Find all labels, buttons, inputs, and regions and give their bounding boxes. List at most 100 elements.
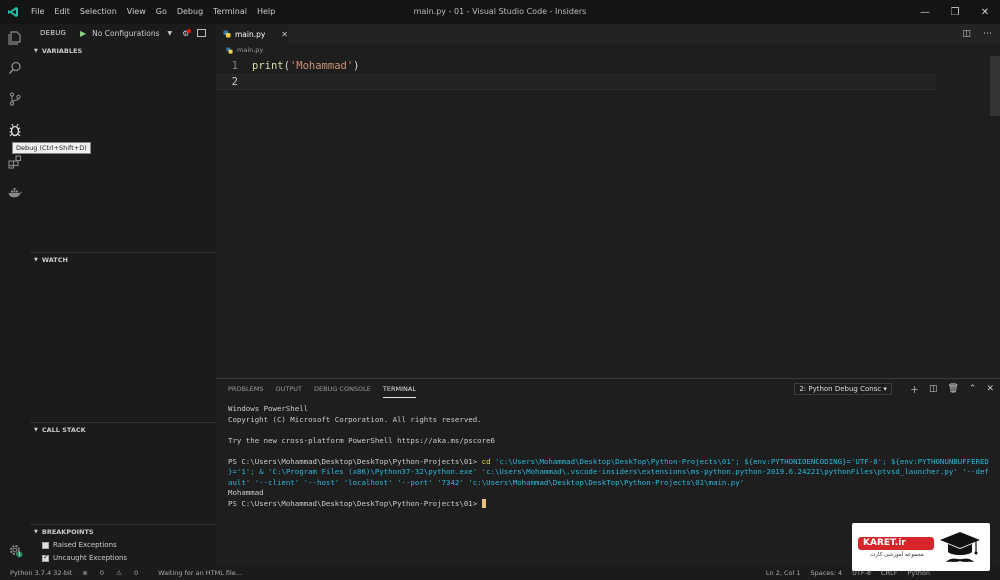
graduation-cap-icon [940,532,980,562]
debug-sidebar: DEBUG ▶ No Configurations ▼ ⚙ ▼ VARIABLE… [30,24,216,566]
sidebar-title: DEBUG [40,29,67,37]
tab-main-py[interactable]: main.py ✕ [216,24,288,44]
breakpoint-uncaught-exceptions[interactable]: Uncaught Exceptions [42,552,127,564]
debug-icon[interactable] [0,116,30,144]
close-panel-icon[interactable]: ✕ [986,384,994,394]
split-terminal-icon[interactable]: ◫ [929,384,938,394]
window-controls: — ❐ ✕ [910,0,1000,24]
menu-edit[interactable]: Edit [49,0,75,24]
terminal-select-value: 2: Python Debug Consc [799,385,882,393]
chevron-down-icon: ▼ [34,529,38,535]
menu-view[interactable]: View [122,0,151,24]
line-number: 1 [231,60,238,72]
minimize-icon[interactable]: — [910,0,940,24]
raised-exceptions-checkbox[interactable] [42,541,49,549]
activity-bar: 1 [0,24,30,566]
title-bar: File Edit Selection View Go Debug Termin… [0,0,1000,24]
chevron-down-icon: ▼ [34,48,38,54]
debug-console-icon[interactable] [197,29,207,37]
tab-output[interactable]: OUTPUT [275,380,302,398]
chevron-down-icon: ▼ [34,427,38,433]
code-editor[interactable]: 1 print('Mohammad') 2 [216,56,1000,378]
chevron-down-icon[interactable]: ▼ [168,30,173,37]
terminal-prompt: PS C:\Users\Mohammad\Desktop\DeskTop\Pyt… [228,456,482,466]
editor-tabs: main.py ✕ ◫ ⋯ [216,24,1000,44]
status-bar: Python 3.7.4 32-bit ⊗ 0 ⚠ 0 Waiting for … [0,566,1000,580]
maximize-panel-icon[interactable]: ⌃ [969,384,977,394]
call-stack-section-header[interactable]: ▼ CALL STACK [30,423,216,437]
trash-icon[interactable]: 🗑 [947,384,958,394]
terminal-prompt: PS C:\Users\Mohammad\Desktop\DeskTop\Pyt… [228,498,482,508]
breadcrumb-file[interactable]: main.py [237,46,263,54]
menu-debug[interactable]: Debug [172,0,208,24]
terminal-args: 'c:\Users\Mohammad\Desktop\DeskTop\Pytho… [490,456,989,466]
close-window-icon[interactable]: ✕ [970,0,1000,24]
token-string: 'Mohammad' [289,60,354,72]
panel-tabs: PROBLEMS OUTPUT DEBUG CONSOLE TERMINAL 2… [216,379,1000,399]
terminal-line: PS C:\Users\Mohammad\Desktop\DeskTop\Pyt… [228,499,996,510]
problems-indicator[interactable]: ⊗ 0 ⚠ 0 [82,569,148,577]
tab-debug-console[interactable]: DEBUG CONSOLE [314,380,371,398]
status-message: Waiting for an HTML file... [158,569,242,577]
menu-bar: File Edit Selection View Go Debug Termin… [26,0,280,24]
terminal-output[interactable]: Windows PowerShell Copyright (C) Microso… [228,404,996,509]
brand-badge: KARET.ir [858,537,934,550]
terminal-line: }='1'; & 'C:\Program Files (x86)\Python3… [228,467,989,476]
call-stack-label: CALL STACK [41,426,86,434]
terminal-line: Try the new cross-platform PowerShell ht… [228,435,495,445]
menu-terminal[interactable]: Terminal [208,0,252,24]
menu-file[interactable]: File [26,0,49,24]
debug-toolbar: DEBUG ▶ No Configurations ▼ ⚙ [30,24,216,42]
panel-actions: 2: Python Debug Consc ▾ ＋ ◫ 🗑 ⌃ ✕ [794,379,994,399]
close-tab-icon[interactable]: ✕ [281,30,288,39]
cursor-position[interactable]: Ln 2, Col 1 [766,569,801,577]
terminal-line: PS C:\Users\Mohammad\Desktop\DeskTop\Pyt… [228,457,996,468]
terminal-line: Copyright (C) Microsoft Corporation. All… [228,414,482,424]
uncaught-exceptions-checkbox[interactable] [42,553,49,562]
python-interpreter[interactable]: Python 3.7.4 32-bit [10,569,72,577]
breakpoint-raised-exceptions[interactable]: Raised Exceptions [42,539,117,551]
terminal-line: ault' '--client' '--host' 'localhost' '-… [228,477,745,487]
source-control-icon[interactable] [0,85,30,113]
brand-subtitle: مجموعه آموزشی کارت [870,552,924,558]
terminal-line: Windows PowerShell [228,404,309,413]
more-actions-icon[interactable]: ⋯ [983,29,992,39]
variables-section-header[interactable]: ▼ VARIABLES [30,44,216,58]
code-line[interactable]: 1 print('Mohammad') [216,58,936,74]
start-debugging-icon[interactable]: ▶ [80,29,86,38]
tab-label: main.py [234,29,266,39]
indentation[interactable]: Spaces: 4 [811,569,843,577]
tab-problems[interactable]: PROBLEMS [228,380,263,398]
editor-actions: ◫ ⋯ [950,24,992,44]
menu-selection[interactable]: Selection [75,0,122,24]
token-paren: ) [353,60,360,72]
editor-scrollbar[interactable] [990,56,1000,116]
variables-label: VARIABLES [41,47,83,55]
watch-label: WATCH [41,256,68,264]
terminal-select[interactable]: 2: Python Debug Consc ▾ [794,383,892,395]
breakpoints-section-header[interactable]: ▼ BREAKPOINTS [30,525,216,539]
docker-icon[interactable] [0,178,30,206]
menu-go[interactable]: Go [151,0,172,24]
error-icon: ⊗ [82,569,88,577]
warning-count: 0 [133,569,139,577]
tab-terminal[interactable]: TERMINAL [382,380,416,398]
configuration-select[interactable]: No Configurations [92,29,159,38]
new-terminal-icon[interactable]: ＋ [910,383,919,396]
error-count: 0 [99,569,104,577]
watch-section-header[interactable]: ▼ WATCH [30,253,216,267]
split-editor-icon[interactable]: ◫ [962,29,971,39]
vscode-logo-icon [0,0,26,24]
svg-text:1: 1 [18,552,21,558]
terminal-cursor [481,499,486,508]
manage-gear-icon[interactable]: 1 [0,536,30,564]
watermark-logo: KARET.ir مجموعه آموزشی کارت [852,523,990,571]
code-line-current[interactable]: 2 [216,74,936,90]
vscode-window: File Edit Selection View Go Debug Termin… [0,0,1000,580]
search-icon[interactable] [0,54,30,82]
warning-icon: ⚠ [116,569,122,577]
restore-icon[interactable]: ❐ [940,0,970,24]
menu-help[interactable]: Help [252,0,280,24]
explorer-icon[interactable] [0,24,30,52]
